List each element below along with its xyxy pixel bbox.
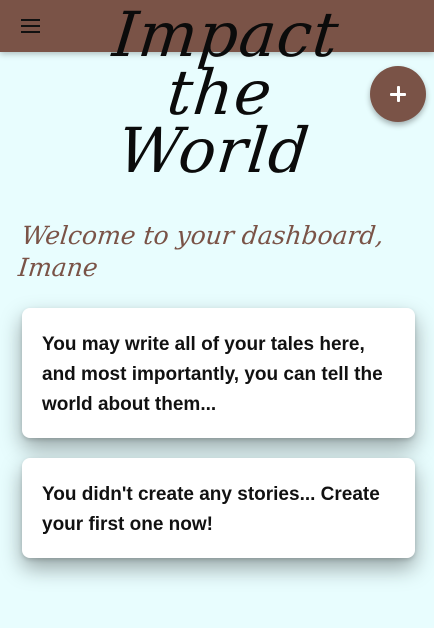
empty-stories-card[interactable]: You didn't create any stories... Create … xyxy=(22,458,415,558)
intro-card-text: You may write all of your tales here, an… xyxy=(42,334,383,415)
intro-card: You may write all of your tales here, an… xyxy=(22,308,415,438)
welcome-heading: Welcome to your dashboard, Imane xyxy=(17,220,394,284)
welcome-username: Imane xyxy=(16,253,100,282)
welcome-line-1: Welcome to your dashboard, xyxy=(20,221,386,250)
add-story-button[interactable] xyxy=(370,66,426,122)
plus-icon xyxy=(390,86,406,102)
logo-line-3: World xyxy=(114,114,314,187)
menu-button[interactable] xyxy=(12,8,48,44)
app-logo-title: Impact the World xyxy=(51,0,389,187)
empty-stories-text: You didn't create any stories... Create … xyxy=(42,484,380,535)
hamburger-menu-icon xyxy=(20,19,40,33)
